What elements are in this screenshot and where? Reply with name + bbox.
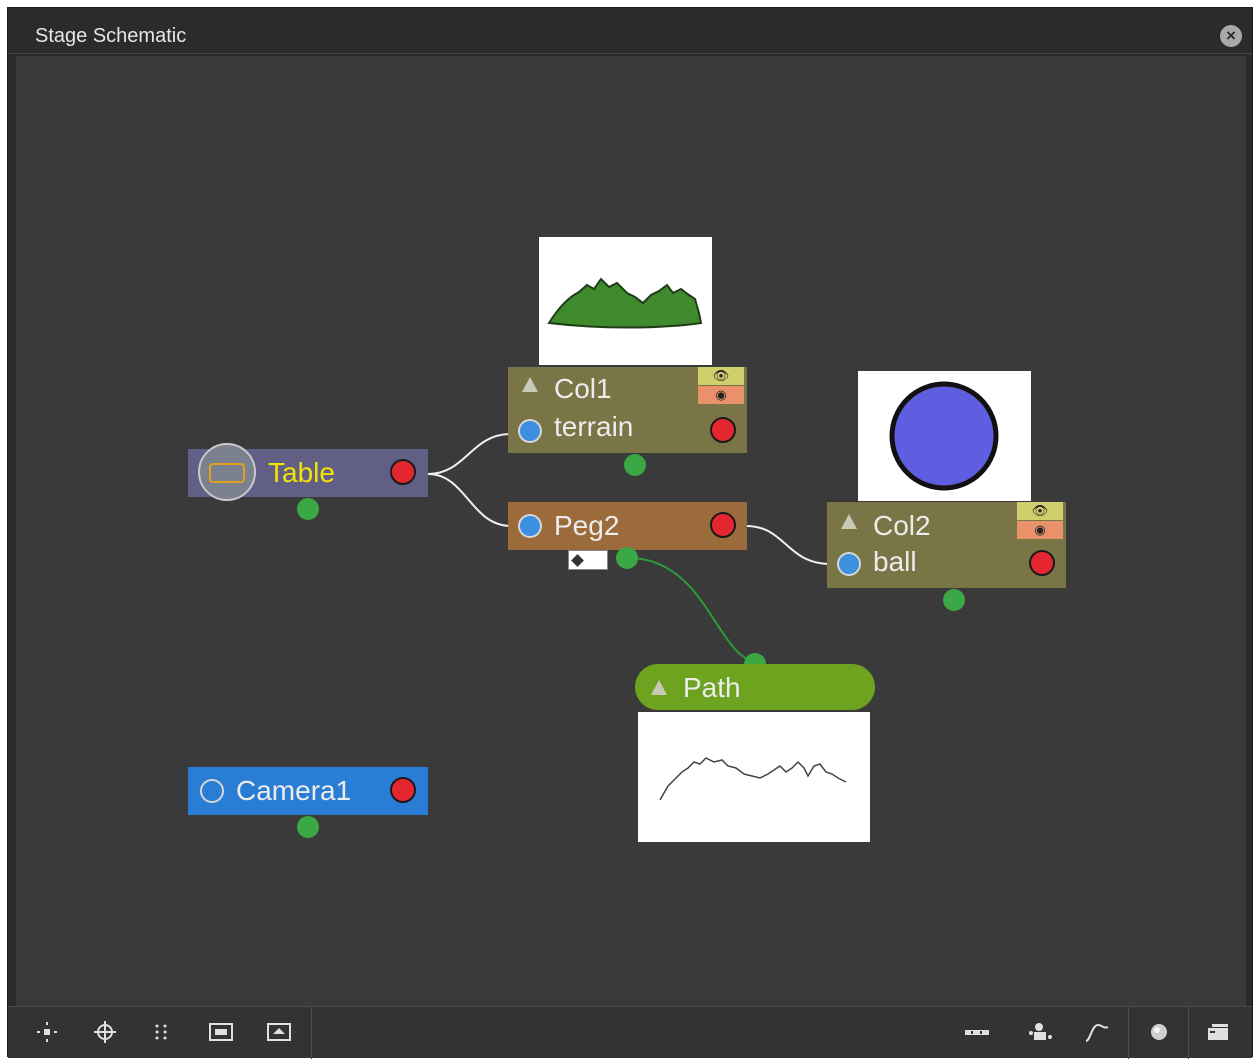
wire-table-peg2	[427, 473, 512, 527]
maximize-nodes-icon[interactable]	[262, 1017, 296, 1047]
close-icon[interactable]: ×	[1220, 25, 1242, 47]
table-icon	[198, 443, 256, 501]
camera1-parent-port[interactable]	[200, 779, 224, 803]
title-bar: Stage Schematic ×	[8, 8, 1252, 54]
col1-level-name[interactable]: terrain	[554, 411, 633, 443]
peg2-node[interactable]: Peg2	[508, 502, 747, 550]
col2-node[interactable]: Col2 ball 👁 ◉	[827, 502, 1066, 588]
camera1-label[interactable]: Camera1	[236, 775, 351, 807]
camstand-toggle[interactable]: 👁	[698, 367, 744, 385]
wire-table-col1	[427, 433, 512, 475]
toggle-preview-icon[interactable]	[1142, 1017, 1176, 1047]
path-body	[635, 664, 875, 710]
ball-drawing	[889, 381, 999, 491]
expand-triangle-icon[interactable]	[651, 680, 667, 695]
col1-spline-port[interactable]	[624, 454, 646, 476]
path-node[interactable]: Path	[635, 664, 875, 710]
table-child-port[interactable]	[390, 459, 416, 485]
table-node[interactable]: Table	[188, 443, 428, 501]
toolbar-separator	[311, 1007, 312, 1059]
path-label[interactable]: Path	[683, 672, 741, 704]
schematic-toolbar	[8, 1006, 1252, 1059]
schematic-canvas[interactable]: Col1 terrain 👁 ◉ Table Peg2 Col2 ball 👁 …	[16, 56, 1246, 1006]
diamond-icon	[571, 554, 584, 567]
col2-child-port[interactable]	[1029, 550, 1055, 576]
minimize-nodes-icon[interactable]	[960, 1017, 994, 1047]
col1-name[interactable]: Col1	[554, 373, 612, 405]
toolbar-separator	[1128, 1007, 1129, 1059]
path-thumbnail	[638, 712, 870, 842]
peg2-child-port[interactable]	[710, 512, 736, 538]
camera1-child-port[interactable]	[390, 777, 416, 803]
camstand-toggle[interactable]: 👁	[1017, 502, 1063, 520]
col2-thumbnail	[858, 371, 1031, 501]
wire-peg2-col2	[745, 525, 832, 565]
reorder-nodes-icon[interactable]	[144, 1017, 178, 1047]
expand-triangle-icon[interactable]	[522, 377, 538, 392]
table-spline-port[interactable]	[297, 498, 319, 520]
expand-triangle-icon[interactable]	[841, 514, 857, 529]
normal-size-icon[interactable]	[204, 1017, 238, 1047]
toolbar-separator	[1188, 1007, 1189, 1059]
window-title: Stage Schematic	[35, 25, 187, 47]
camera1-spline-port[interactable]	[297, 816, 319, 838]
preview-toggle[interactable]: ◉	[698, 386, 744, 404]
new-motion-path-icon[interactable]	[1080, 1017, 1114, 1047]
path-curve-drawing	[659, 757, 847, 801]
focus-on-current-icon[interactable]	[88, 1017, 122, 1047]
col2-name[interactable]: Col2	[873, 510, 931, 542]
peg2-label[interactable]: Peg2	[554, 510, 619, 542]
peg2-parent-port[interactable]	[518, 514, 542, 538]
new-pegbar-icon[interactable]	[1024, 1017, 1058, 1047]
swap-fx-stage-icon[interactable]	[1201, 1017, 1235, 1047]
col2-level-name[interactable]: ball	[873, 546, 917, 578]
terrain-drawing	[547, 277, 703, 329]
peg2-pin-toggle[interactable]	[568, 550, 608, 570]
col1-node[interactable]: Col1 terrain 👁 ◉	[508, 367, 747, 453]
col1-parent-port[interactable]	[518, 419, 542, 443]
col1-child-port[interactable]	[710, 417, 736, 443]
col2-parent-port[interactable]	[837, 552, 861, 576]
peg2-spline-port[interactable]	[616, 547, 638, 569]
stage-schematic-window: Stage Schematic × Col1 terrain 👁 ◉ Table…	[7, 7, 1253, 1059]
col1-thumbnail	[539, 237, 712, 365]
wire-peg2-path	[627, 557, 757, 663]
table-label[interactable]: Table	[268, 457, 335, 489]
preview-toggle[interactable]: ◉	[1017, 521, 1063, 539]
fit-to-window-icon[interactable]	[30, 1017, 64, 1047]
camera1-node[interactable]: Camera1	[188, 767, 428, 815]
col2-spline-port[interactable]	[943, 589, 965, 611]
